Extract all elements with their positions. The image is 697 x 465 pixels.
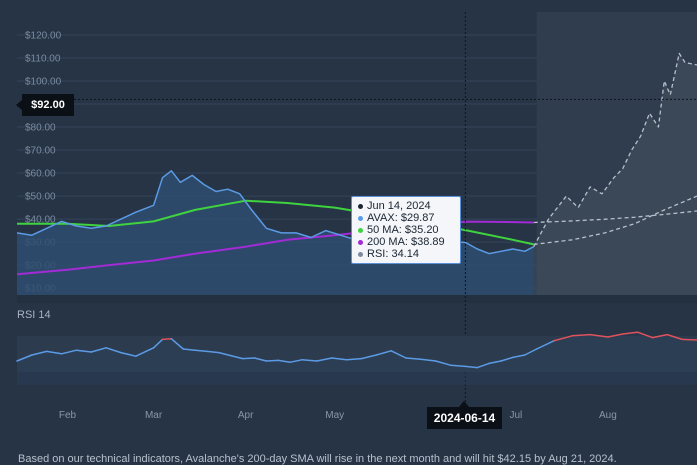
tooltip-ma200: 200 MA: $38.89 xyxy=(367,236,445,248)
x-tick-label: May xyxy=(325,410,344,421)
price-chart: $120.00$110.00$100.00$90.00$80.00$70.00$… xyxy=(16,12,697,421)
tooltip-ma200-dot-icon xyxy=(358,239,363,245)
rsi-panel-label: RSI 14 xyxy=(17,309,51,321)
rsi-line-segment xyxy=(681,338,697,341)
tooltip-rsi: RSI: 34.14 xyxy=(367,248,419,260)
y-tick-label: $80.00 xyxy=(25,123,56,134)
y-tick-label: $120.00 xyxy=(25,31,62,42)
tooltip-ma50-row: 50 MA: $35.20 xyxy=(358,224,454,236)
x-tick-label: Apr xyxy=(238,410,254,421)
tooltip: Jun 14, 2024 AVAX: $29.87 50 MA: $35.20 … xyxy=(351,196,461,264)
footer-text: Based on our technical indicators, Avala… xyxy=(18,453,617,465)
rsi-line-segment xyxy=(265,359,280,362)
tooltip-rsi-row: RSI: 34.14 xyxy=(358,248,454,260)
tooltip-ma50-dot-icon xyxy=(358,227,363,233)
y-tick-label: $60.00 xyxy=(25,169,56,180)
y-tick-label: $50.00 xyxy=(25,192,56,203)
tooltip-date-row: Jun 14, 2024 xyxy=(358,200,454,212)
y-tick-label: $110.00 xyxy=(25,54,61,65)
tooltip-ma50: 50 MA: $35.20 xyxy=(367,224,439,236)
crosshair-date-label: 2024-06-14 xyxy=(427,401,502,429)
tooltip-date: Jun 14, 2024 xyxy=(367,200,431,212)
x-axis: Feb Mar Apr May Jul Aug xyxy=(59,410,617,421)
tooltip-avax-row: AVAX: $29.87 xyxy=(358,212,454,224)
x-tick-label: Feb xyxy=(59,410,77,421)
x-tick-label: Aug xyxy=(599,410,617,421)
tooltip-avax: AVAX: $29.87 xyxy=(367,212,435,224)
tooltip-avax-dot-icon xyxy=(358,215,363,221)
rsi-panel: RSI 14 xyxy=(16,309,697,385)
x-tick-label: Mar xyxy=(145,410,163,421)
tooltip-rsi-dot-icon xyxy=(358,251,363,257)
x-tick-label: Jul xyxy=(509,410,522,421)
rsi-line-segment xyxy=(161,338,173,341)
rsi-line-segment xyxy=(241,357,256,360)
y-tick-label: $70.00 xyxy=(25,146,56,157)
crosshair-price-label: $92.00 xyxy=(16,94,74,116)
tooltip-date-dot-icon xyxy=(358,203,363,209)
y-tick-label: $100.00 xyxy=(25,77,62,88)
tooltip-ma200-row: 200 MA: $38.89 xyxy=(358,236,454,248)
